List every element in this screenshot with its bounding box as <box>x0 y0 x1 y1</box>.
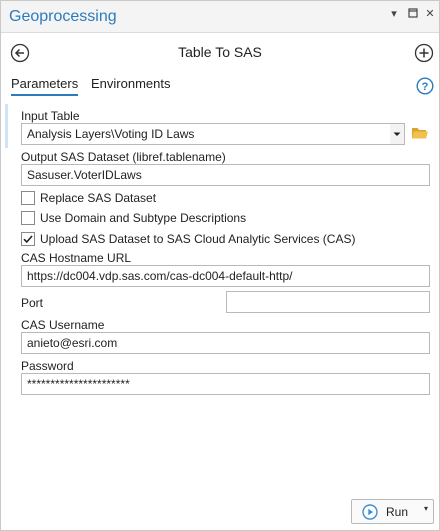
use-domain-label: Use Domain and Subtype Descriptions <box>40 211 247 225</box>
run-icon <box>362 504 378 520</box>
input-table-label: Input Table <box>21 109 80 123</box>
tool-title: Table To SAS <box>178 44 262 60</box>
cas-url-label: CAS Hostname URL <box>21 251 132 265</box>
use-domain-checkbox[interactable] <box>21 211 35 225</box>
replace-dataset-checkbox[interactable] <box>21 191 35 205</box>
active-parameter-indicator <box>5 104 8 148</box>
cas-username-label: CAS Username <box>21 318 105 332</box>
help-icon[interactable]: ? <box>416 77 434 95</box>
svg-text:?: ? <box>422 81 429 93</box>
cas-username-field[interactable]: anieto@esri.com <box>21 332 430 354</box>
folder-browse-icon[interactable] <box>411 125 429 141</box>
output-dataset-field[interactable]: Sasuser.VoterIDLaws <box>21 164 430 186</box>
tab-parameters[interactable]: Parameters <box>11 76 79 96</box>
password-label: Password <box>21 359 74 373</box>
add-icon[interactable] <box>414 43 434 63</box>
close-icon[interactable]: ✕ <box>423 7 437 21</box>
tab-strip: Parameters Environments <box>1 76 439 100</box>
run-label: Run <box>386 505 409 519</box>
port-field[interactable] <box>226 291 430 313</box>
chevron-down-icon[interactable] <box>390 123 405 145</box>
output-dataset-label: Output SAS Dataset (libref.tablename) <box>21 150 226 164</box>
tab-environments[interactable]: Environments <box>91 76 170 94</box>
upload-cas-label: Upload SAS Dataset to SAS Cloud Analytic… <box>40 232 356 246</box>
replace-dataset-label: Replace SAS Dataset <box>40 191 157 205</box>
input-table-combo[interactable]: Analysis Layers\Voting ID Laws <box>21 123 391 145</box>
run-dropdown-icon[interactable]: ▾ <box>424 504 428 513</box>
password-field[interactable]: ********************** <box>21 373 430 395</box>
pane-title: Geoprocessing <box>9 8 117 25</box>
pane-menu-icon[interactable]: ▾ <box>387 7 401 21</box>
cas-url-field[interactable]: https://dc004.vdp.sas.com/cas-dc004-defa… <box>21 265 430 287</box>
port-label: Port <box>21 296 44 310</box>
pane-footer: Run ▾ <box>1 493 439 531</box>
check-icon <box>23 235 33 244</box>
geoprocessing-pane: Geoprocessing ▾ ✕ Table To SAS Parameter… <box>0 0 440 531</box>
upload-cas-checkbox[interactable] <box>21 232 35 246</box>
pane-pin-icon[interactable] <box>406 7 420 21</box>
pane-titlebar: Geoprocessing ▾ ✕ <box>1 1 439 33</box>
tool-nav-row: Table To SAS <box>1 37 439 69</box>
run-button[interactable]: Run ▾ <box>351 499 434 524</box>
